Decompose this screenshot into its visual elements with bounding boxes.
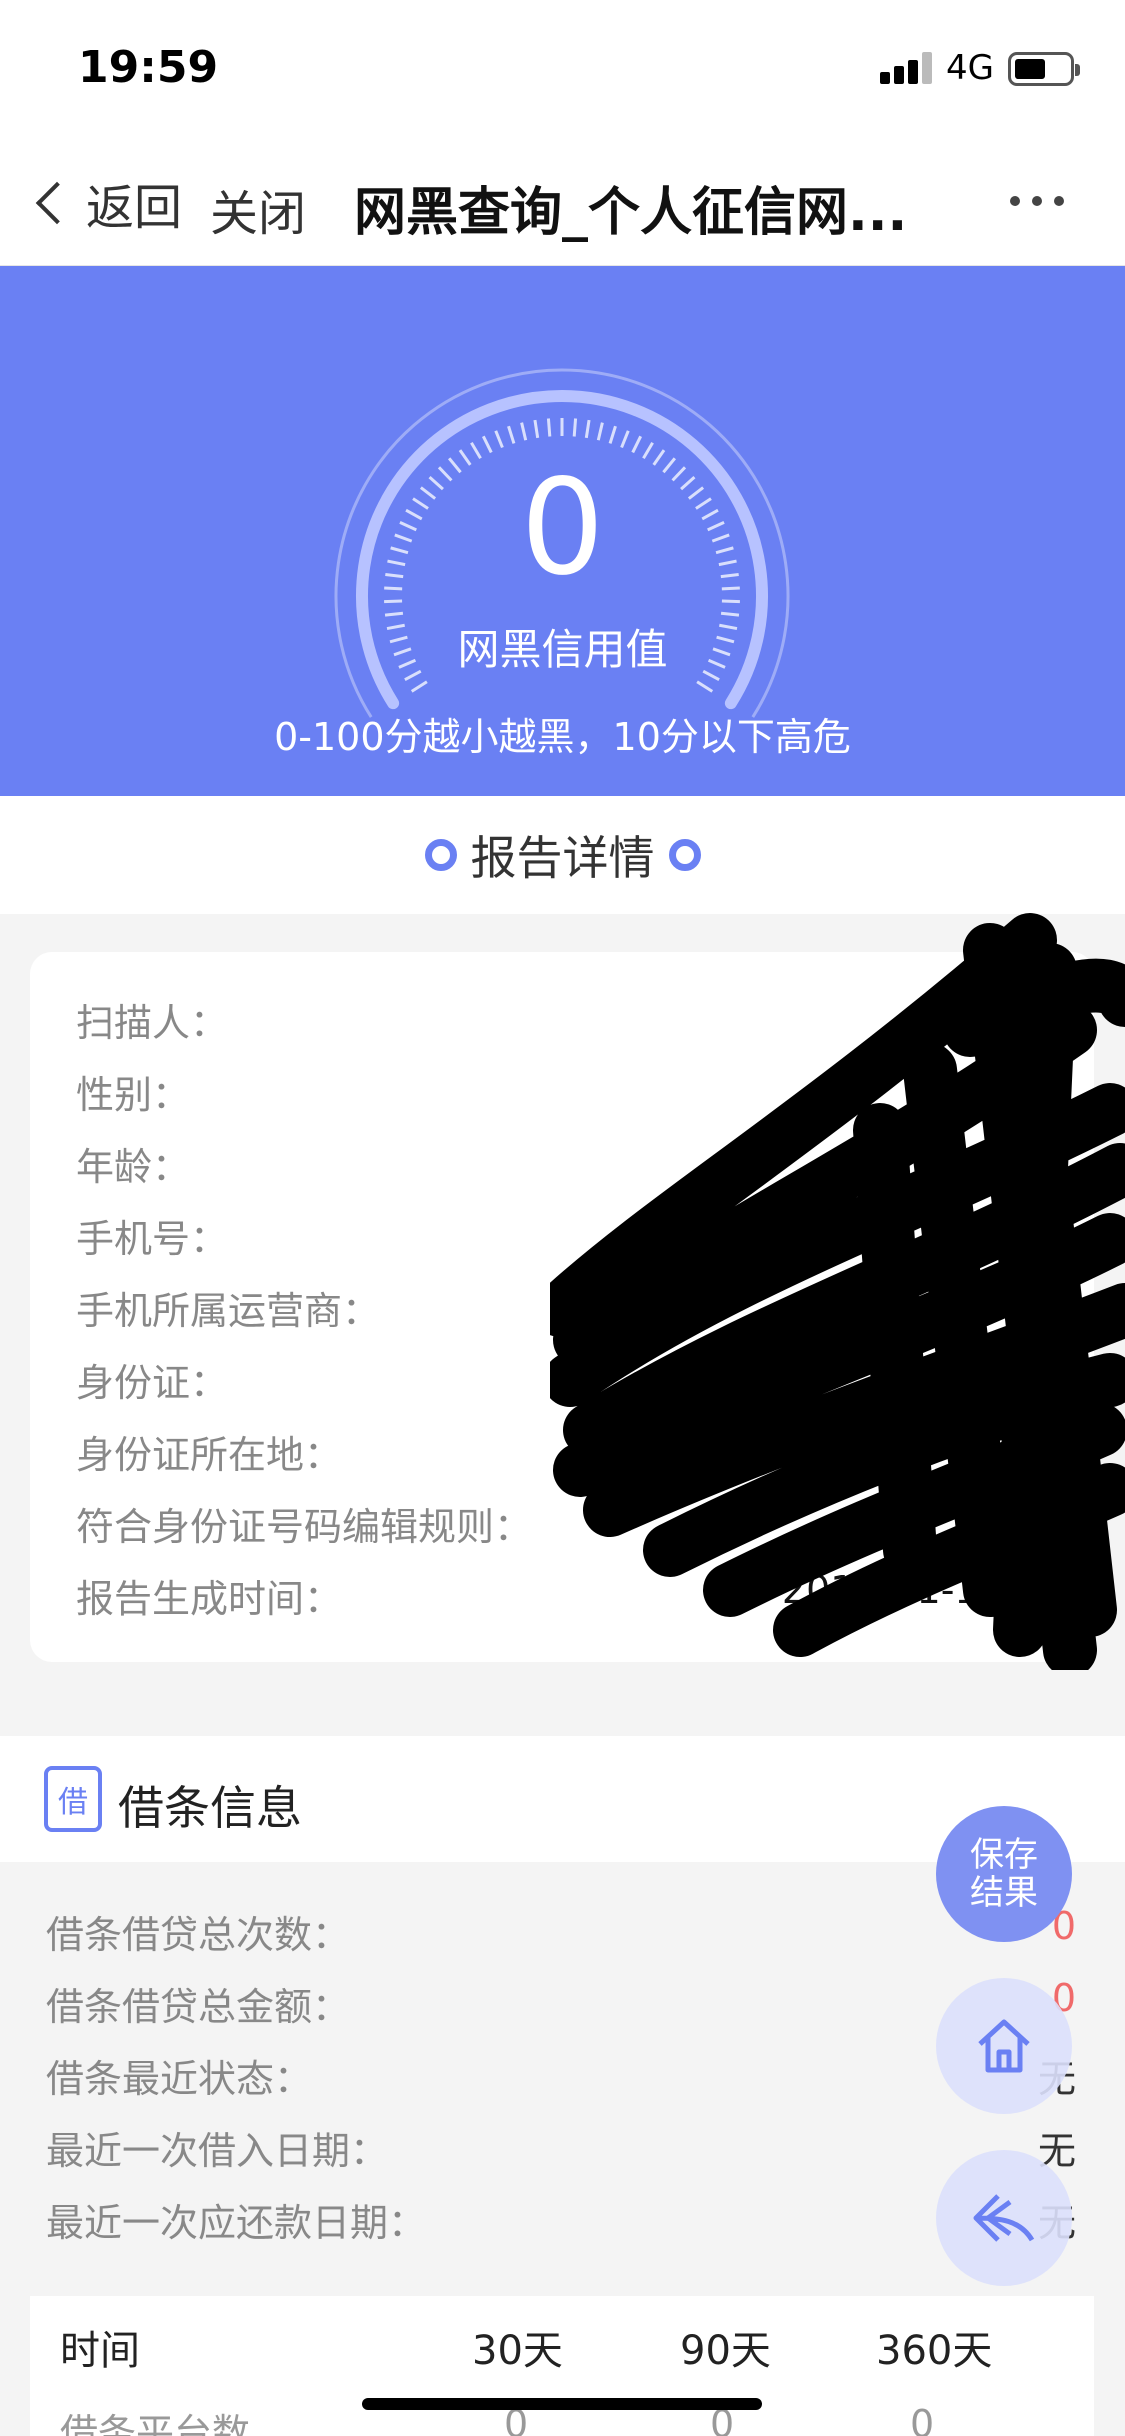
report-row-label: 手机号： [76,1217,229,1261]
battery-icon [1008,52,1080,86]
report-row-label: 身份证所在地： [76,1433,343,1477]
loan-row: 借条最近状态：无 [46,2048,1076,2108]
credit-score-label: 网黑信用值 [457,625,668,674]
table-header: 时间 30天 90天 360天 [30,2296,1094,2392]
loan-row: 最近一次借入日期：无 [46,2120,1076,2180]
loan-row: 最近一次应还款日期：无 [46,2192,1076,2252]
gauge-tick [546,418,552,437]
redaction-scribble [550,913,1125,1670]
gauge-tick [494,430,504,449]
gauge-tick [721,599,740,604]
table-header-cell: 30天 [472,2328,563,2374]
status-bar: 19:59 4G [0,0,1125,140]
loan-row-label: 借条借贷总金额： [46,1985,351,2029]
loan-row-label: 最近一次借入日期： [46,2129,389,2173]
more-icon[interactable] [1010,196,1070,210]
report-row-label: 手机所属运营商： [76,1289,381,1333]
share-back-button[interactable] [936,2150,1072,2286]
reply-icon [973,2194,1035,2242]
gauge-tick [384,611,404,617]
table-header-cell: 90天 [680,2328,771,2374]
table-header-cell: 时间 [60,2328,140,2374]
nav-bar: 返回 关闭 网黑查询_个人征信网... [0,140,1125,266]
circle-icon [424,839,457,871]
home-indicator [362,2398,762,2410]
gauge-tick [584,419,591,439]
chevron-left-icon [35,181,79,225]
gauge-tick [572,418,578,437]
credit-score-value: 0 [520,451,605,605]
report-row-label: 符合身份证号码编辑规则： [76,1505,533,1549]
gauge-tick [720,611,740,617]
loan-row-label: 借条借贷总次数： [46,1913,351,1957]
report-row-label: 年龄： [76,1145,191,1189]
report-row-label: 性别： [76,1073,191,1117]
report-row-label: 扫描人： [76,1001,229,1045]
gauge-tick [631,435,643,454]
home-icon [978,2019,1030,2073]
gauge-tick [384,599,403,604]
gauge-tick [596,422,604,441]
gauge-tick [507,425,516,444]
gauge-tick [470,442,482,460]
report-row-label: 报告生成时间： [76,1577,343,1621]
gauge-tick [520,422,528,441]
loan-row: 借条借贷总金额： 0 [46,1976,1076,2036]
score-hint: 0-100分越小越黑，10分以下高危 [274,715,851,759]
gauge-tick [533,419,540,439]
loan-row: 借条借贷总次数： 0 [46,1904,1076,1964]
gauge-tick [410,680,428,693]
gauge-tick [481,435,493,454]
gauge-tick [642,442,654,460]
status-time: 19:59 [78,42,219,93]
gauge-tick [620,430,630,449]
back-label: 返回 [86,180,183,236]
table-cell: 0 [910,2402,935,2436]
report-row-label: 身份证： [76,1361,229,1405]
gauge-tick [608,425,617,444]
save-result-label: 保存结果 [970,1835,1038,1913]
loan-row-label: 借条最近状态： [46,2057,313,2101]
circle-icon [668,839,701,871]
report-details-heading: 报告详情 [0,796,1125,914]
home-button[interactable] [936,1978,1072,2114]
loan-note-icon: 借 [44,1766,102,1832]
page-title: 网黑查询_个人征信网... [354,183,908,243]
table-header-cell: 360天 [876,2328,993,2374]
signal-icon [880,52,936,84]
table-row-label: 借条平台数 [60,2411,251,2436]
close-button[interactable]: 关闭 [210,174,306,244]
gauge-tick [696,680,714,693]
report-heading-text: 报告详情 [470,831,655,885]
save-result-button[interactable]: 保存结果 [936,1806,1072,1942]
back-button[interactable]: 返回 [34,168,182,238]
score-panel: 0 网黑信用值 0-100分越小越黑，10分以下高危 [0,266,1125,796]
loan-platform-table: 时间 30天 90天 360天 借条平台数 0 0 0 [30,2296,1094,2436]
loan-row-label: 最近一次应还款日期： [46,2201,427,2245]
network-label: 4G [946,48,994,88]
loan-heading-text: 借条信息 [118,1781,302,1835]
